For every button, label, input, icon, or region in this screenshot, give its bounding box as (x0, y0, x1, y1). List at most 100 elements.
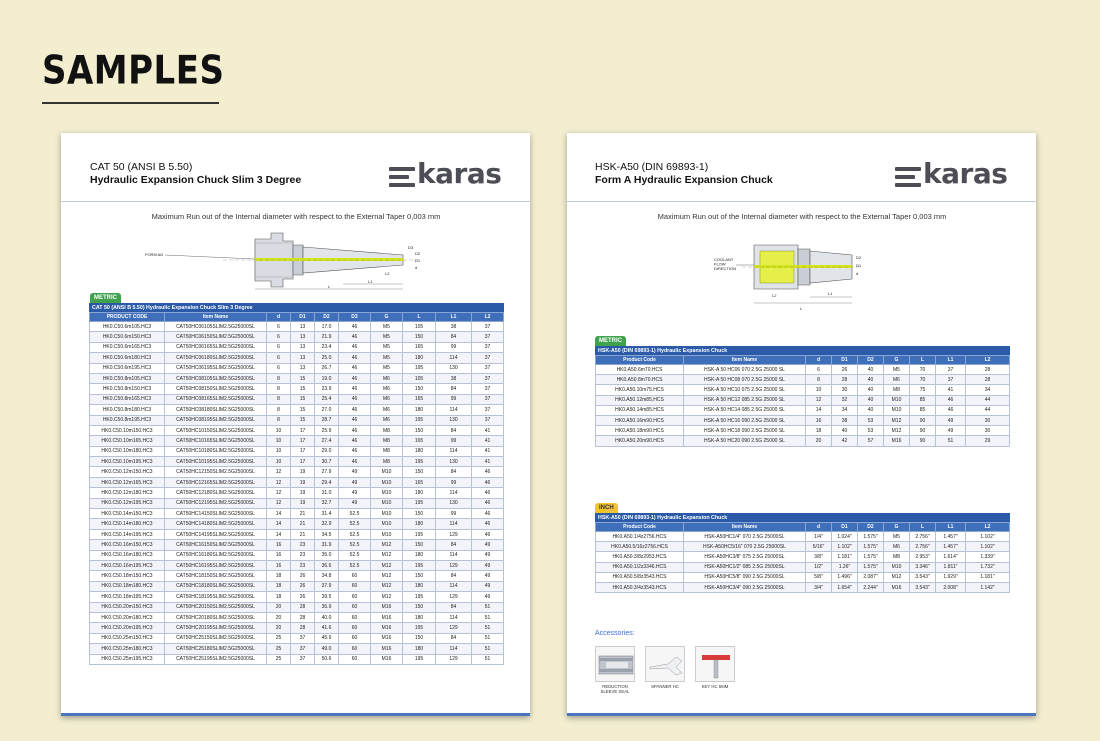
table-cell: M5 (370, 341, 403, 354)
table-row: HK0.C50.18m180.HC3 CAT50HC18180SLIM2.5G25… (89, 580, 504, 593)
table-cell: 26 (831, 363, 858, 376)
table-cell: 44 (965, 394, 1010, 406)
table-cell: 1.024" (831, 530, 858, 543)
table-cell: CAT50HC10195SLIM2.5G25000SL (164, 456, 267, 468)
table-cell: 195 (402, 622, 436, 634)
table-row: HK0.A50.8m70.HCS HSK-A 50 HC08 070 2.5G 2… (595, 374, 1010, 386)
table-cell: M16 (370, 611, 403, 624)
table-cell: CAT50HC14180SLIM2.5G25000SL (164, 518, 267, 530)
table-cell: CAT50HC08105SLIM2.5G25000SL (164, 372, 267, 385)
table-cell: 37 (290, 632, 315, 645)
table-cell: HK0.A50.14m85.HCS (595, 404, 684, 416)
table-cell: HK0.C50.8m195.HC3 (89, 414, 165, 426)
column-header: L1 (935, 522, 966, 532)
column-header: L2 (965, 355, 1010, 365)
table-cell: 40 (857, 374, 884, 386)
table-cell: 19 (290, 497, 315, 510)
table-cell: 41 (471, 424, 504, 437)
table-cell: 19.0 (314, 372, 339, 385)
table-cell: 2.244" (857, 581, 884, 594)
table-cell: M5 (883, 530, 910, 543)
table-cell: 6 (266, 362, 291, 374)
table-cell: 12 (805, 394, 832, 406)
table-cell: 14 (266, 508, 291, 520)
table-cell: 31.0 (314, 487, 339, 499)
column-header: L2 (471, 312, 504, 322)
table-cell: 180 (402, 445, 436, 458)
reduction-sleeve-icon (595, 646, 635, 682)
table-cell: 6 (266, 352, 291, 364)
table-cell: CAT50HC20195SLIM2.5G25000SL (164, 622, 267, 634)
table-cell: 180 (402, 404, 436, 416)
table-cell: 114 (435, 518, 472, 530)
table-cell: 46 (338, 435, 371, 447)
table-cell: 34 (965, 384, 1010, 396)
table-cell: M10 (883, 561, 910, 573)
table-cell: 28 (965, 374, 1010, 386)
table-cell: 2.008" (935, 581, 966, 594)
table-cell: M6 (370, 393, 403, 406)
table-cell: HK0.A50.5/8z3543.HCS (595, 571, 684, 583)
table-cell: 130 (435, 456, 472, 468)
table-cell: 28 (290, 601, 315, 613)
left-title-line2: Hydraulic Expansion Chuck Slim 3 Degree (90, 174, 302, 186)
table-cell: M16 (370, 622, 403, 634)
table-cell: 49 (338, 497, 371, 510)
table-cell: M16 (370, 643, 403, 655)
left-sheet-title: CAT 50 (ANSI B 5.50) Hydraulic Expansion… (90, 161, 301, 187)
table-cell: 51 (471, 632, 504, 645)
table-cell: HK0.C50.14m195.HC3 (89, 528, 165, 541)
table-cell: 1.102" (965, 541, 1010, 553)
table-cell: M10 (883, 394, 910, 406)
table-row: HK0.C50.20m150.HC3 CAT50HC20150SLIM2.5G25… (89, 601, 504, 613)
table-cell: 52.5 (338, 549, 371, 562)
table-cell: 150 (402, 424, 436, 437)
column-header: G (883, 522, 910, 532)
table-row: HK0.A50.16m90.HCS HSK-A 50 HC16 090 2.5G … (595, 414, 1010, 427)
table-cell: HK0.C50.25m180.HC3 (89, 643, 165, 655)
table-cell: 37 (471, 362, 504, 374)
table-cell: 114 (435, 611, 472, 624)
table-cell: M10 (370, 466, 403, 478)
table-cell: CAT50HC12195SLIM2.5G25000SL (164, 497, 267, 510)
table-cell: 32 (831, 394, 858, 406)
cat50-chuck-drawing: FORM AD L L1 D3 D2 D1 d L2 (145, 232, 421, 290)
table-cell: 30.7 (314, 456, 339, 468)
table-row: HK0.C50.12m150.HC3 CAT50HC12150SLIM2.5G25… (89, 466, 504, 478)
table-cell: M12 (370, 549, 403, 562)
table-cell: 3/8" (805, 551, 832, 563)
table-cell: 41.6 (314, 622, 339, 634)
table-cell: 84 (435, 331, 472, 343)
table-cell: M10 (370, 487, 403, 499)
table-row: HK0.C50.20m195.HC3 CAT50HC20195SLIM2.5G25… (89, 622, 504, 634)
table-cell: 1.732" (965, 561, 1010, 573)
table-cell: 46 (338, 393, 371, 406)
table-cell: 114 (435, 404, 472, 416)
table-row: HK0.C50.12m195.HC3 CAT50HC12195SLIM2.5G25… (89, 497, 504, 510)
table-cell: 180 (402, 518, 436, 530)
table-cell: 20 (266, 622, 291, 634)
table-cell: 180 (402, 549, 436, 562)
table-cell: CAT50HC08195SLIM2.5G25000SL (164, 414, 267, 426)
table-cell: CAT50HC18180SLIM2.5G25000SL (164, 580, 267, 593)
table-cell: 1.142" (965, 581, 1010, 594)
table-cell: 10 (266, 435, 291, 447)
table-cell: CAT50HC08150SLIM2.5G25000SL (164, 383, 267, 395)
table-cell: 49 (471, 591, 504, 603)
hsk-metric-spec-table: HSK-A50 (DIN 69893-1) Hydraulic Expansio… (595, 346, 1010, 447)
table-cell: 3.543" (909, 581, 936, 594)
table-cell: CAT50HC10165SLIM2.5G25000SL (164, 435, 267, 447)
table-cell: 52.5 (338, 539, 371, 551)
table-cell: 15 (290, 393, 315, 406)
table-cell: 25 (266, 653, 291, 665)
table-cell: 1.929" (935, 571, 966, 583)
metric-tag: METRIC (90, 293, 121, 303)
table-cell: 15 (290, 372, 315, 385)
table-cell: 46 (471, 476, 504, 489)
table-cell: 49 (471, 559, 504, 572)
table-cell: 49 (935, 425, 966, 437)
table-cell: 6 (266, 320, 291, 333)
table-cell: 114 (435, 549, 472, 562)
table-cell: 8 (266, 414, 291, 426)
table-cell: 37 (471, 372, 504, 385)
